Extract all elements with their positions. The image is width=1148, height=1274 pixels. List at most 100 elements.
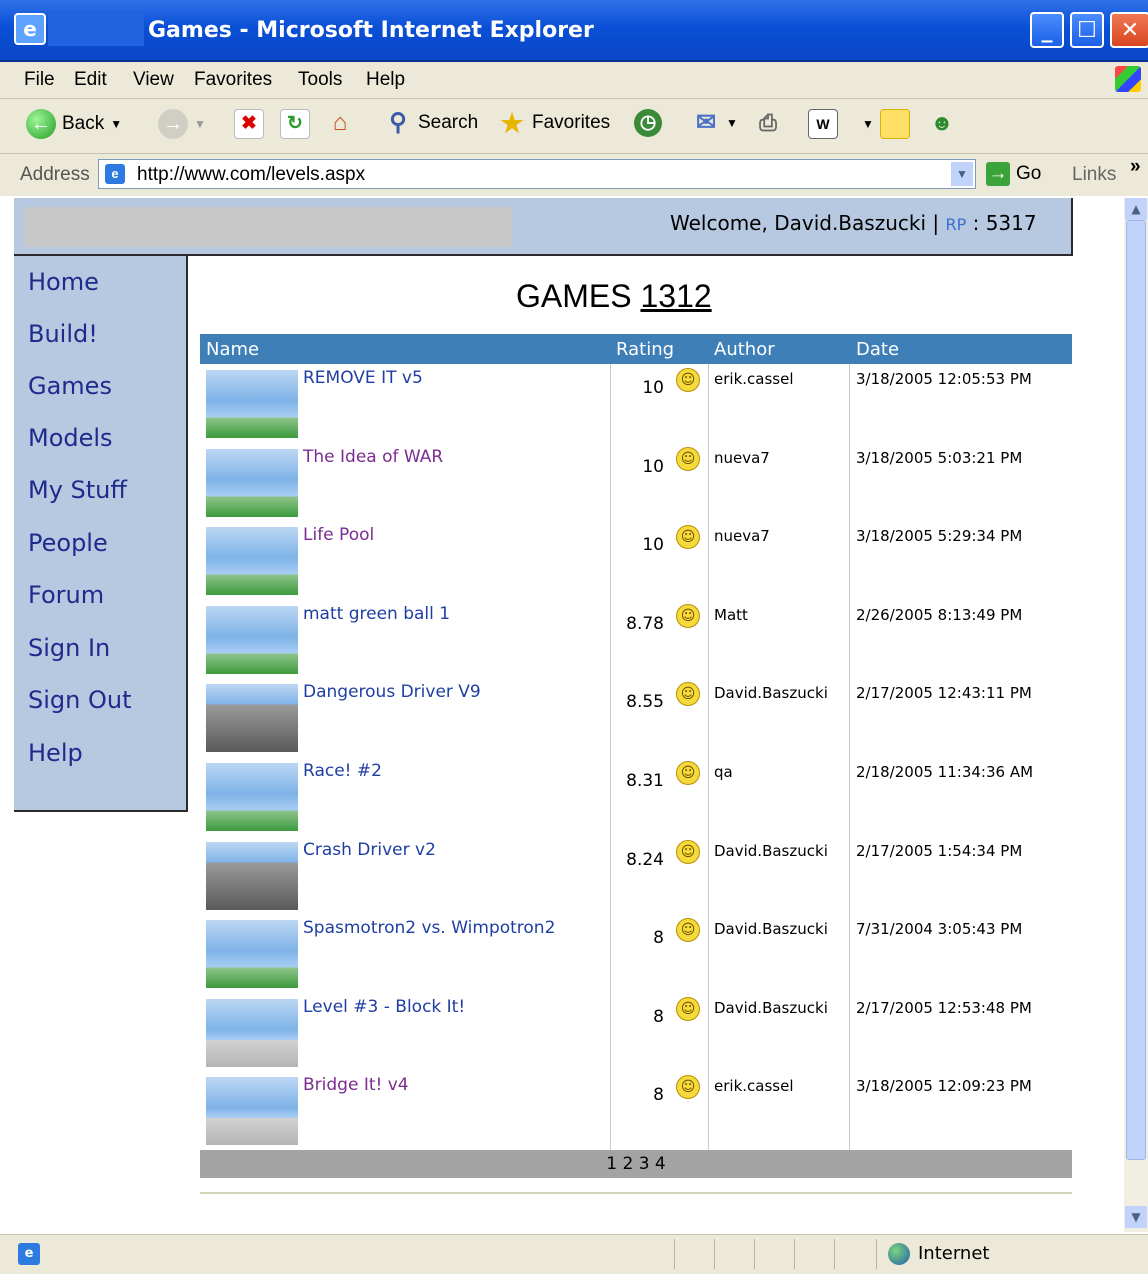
menu-favorites[interactable]: Favorites (194, 69, 272, 91)
status-separator (794, 1239, 795, 1269)
smiley-icon: ☺ (676, 839, 700, 864)
minimize-button[interactable]: _ (1030, 12, 1064, 48)
discuss-button[interactable] (880, 109, 910, 139)
edit-dropdown-icon[interactable]: ▼ (862, 117, 874, 131)
nav-forum[interactable]: Forum (28, 581, 104, 609)
forward-button[interactable]: → ▼ (158, 109, 206, 139)
game-date: 2/18/2005 11:34:36 AM (856, 763, 1034, 781)
address-dropdown-icon[interactable]: ▼ (951, 162, 973, 186)
game-thumbnail[interactable] (206, 763, 298, 831)
history-icon: ◷ (634, 109, 662, 137)
game-name-link[interactable]: matt green ball 1 (303, 604, 450, 624)
header-author[interactable]: Author (714, 339, 775, 360)
header-date[interactable]: Date (856, 339, 899, 360)
home-icon: ⌂ (332, 109, 348, 136)
messenger-button[interactable]: ☻ (928, 109, 956, 137)
nav-home[interactable]: Home (28, 268, 99, 296)
history-button[interactable]: ◷ (634, 109, 662, 137)
game-thumbnail[interactable] (206, 1077, 298, 1146)
close-button[interactable]: ✕ (1110, 12, 1148, 48)
address-input[interactable]: e http://www.com/levels.aspx ▼ (98, 159, 976, 189)
home-button[interactable]: ⌂ (326, 109, 354, 137)
mail-dropdown-icon[interactable]: ▼ (726, 116, 738, 130)
menu-view[interactable]: View (133, 69, 174, 91)
page-ie-icon: e (105, 164, 125, 184)
rp-separator: : (972, 211, 980, 235)
nav-sign-out[interactable]: Sign Out (28, 686, 132, 714)
status-page-icon: e (18, 1243, 40, 1265)
ie-icon: e (14, 13, 46, 45)
game-thumbnail[interactable] (206, 998, 298, 1067)
nav-build[interactable]: Build! (28, 320, 98, 348)
rp-label[interactable]: RP (945, 215, 966, 234)
back-button[interactable]: ← Back ▼ (26, 109, 122, 139)
nav-games[interactable]: Games (28, 372, 112, 400)
header-name[interactable]: Name (206, 339, 259, 360)
refresh-button[interactable]: ↻ (280, 109, 310, 139)
status-separator (674, 1239, 675, 1269)
game-name-link[interactable]: Bridge It! v4 (303, 1075, 409, 1095)
game-thumbnail[interactable] (206, 527, 298, 596)
print-button[interactable]: ⎙ (754, 109, 782, 137)
status-separator (876, 1239, 877, 1269)
status-separator (834, 1239, 835, 1269)
game-date: 2/26/2005 8:13:49 PM (856, 605, 1023, 624)
forward-dropdown-icon[interactable]: ▼ (194, 117, 206, 131)
nav-people[interactable]: People (28, 529, 108, 557)
maximize-button[interactable]: ☐ (1070, 12, 1104, 48)
bottom-rule (200, 1192, 1072, 1194)
edit-button[interactable]: W ▼ (808, 109, 874, 139)
nav-models[interactable]: Models (28, 424, 113, 452)
game-name-link[interactable]: Level #3 - Block It! (303, 997, 465, 1017)
game-rating: 8.31 (626, 771, 664, 791)
go-button[interactable]: → Go (986, 162, 1041, 186)
stop-button[interactable]: ✖ (234, 109, 264, 139)
page-title-text: GAMES (516, 278, 632, 314)
scroll-up-icon[interactable]: ▲ (1125, 198, 1147, 220)
game-thumbnail[interactable] (206, 841, 298, 910)
table-row: Spasmotron2 vs. Wimpotron2 8 ☺ David.Baszuc… (200, 914, 1072, 992)
game-author: Matt (714, 605, 748, 624)
header-rating[interactable]: Rating (616, 339, 674, 360)
game-thumbnail[interactable] (206, 370, 298, 438)
game-name-link[interactable]: The Idea of WAR (303, 447, 443, 467)
game-name-link[interactable]: Race! #2 (303, 761, 382, 781)
pager-links[interactable]: 1 2 3 4 (606, 1154, 665, 1174)
back-dropdown-icon[interactable]: ▼ (110, 117, 122, 131)
menu-bar: File Edit View Favorites Tools Help (0, 62, 1148, 99)
game-thumbnail[interactable] (206, 448, 298, 517)
mail-icon: ✉ (695, 109, 717, 136)
game-name-link[interactable]: Dangerous Driver V9 (303, 682, 481, 702)
game-name-link[interactable]: Crash Driver v2 (303, 840, 436, 860)
menu-file[interactable]: File (24, 69, 55, 91)
game-name-link[interactable]: Spasmotron2 vs. Wimpotron2 (303, 918, 555, 938)
address-url: http://www.com/levels.aspx (137, 164, 366, 185)
chevron-more-icon[interactable]: » (1130, 156, 1141, 178)
nav-my-stuff[interactable]: My Stuff (28, 476, 127, 504)
game-name-link[interactable]: Life Pool (303, 525, 374, 545)
favorites-button[interactable]: ★ Favorites (498, 109, 610, 137)
table-row: Dangerous Driver V9 8.55 ☺ David.Baszucki 2/… (200, 678, 1072, 756)
page-title: GAMES 1312 (516, 278, 712, 315)
window-title-bar: e Games - Microsoft Internet Explorer _ … (0, 0, 1148, 62)
menu-help[interactable]: Help (366, 69, 405, 91)
scrollbar-thumb[interactable] (1126, 220, 1146, 1160)
title-redaction (48, 12, 144, 46)
games-count-link[interactable]: 1312 (640, 278, 711, 314)
refresh-icon: ↻ (280, 109, 310, 139)
links-button[interactable]: Links (1072, 164, 1116, 186)
game-thumbnail[interactable] (206, 605, 298, 674)
menu-edit[interactable]: Edit (74, 69, 107, 91)
game-thumbnail[interactable] (206, 684, 298, 753)
menu-tools[interactable]: Tools (298, 69, 342, 91)
nav-sign-in[interactable]: Sign In (28, 634, 110, 662)
game-name-link[interactable]: REMOVE IT v5 (303, 368, 423, 388)
status-separator (754, 1239, 755, 1269)
mail-button[interactable]: ✉ ▼ (692, 109, 738, 137)
search-button[interactable]: ⚲ Search (384, 109, 478, 137)
smiley-icon: ☺ (676, 996, 700, 1021)
nav-help[interactable]: Help (28, 739, 83, 767)
scroll-down-icon[interactable]: ▼ (1125, 1206, 1147, 1228)
game-thumbnail[interactable] (206, 920, 298, 989)
game-date: 3/18/2005 5:03:21 PM (856, 448, 1023, 467)
